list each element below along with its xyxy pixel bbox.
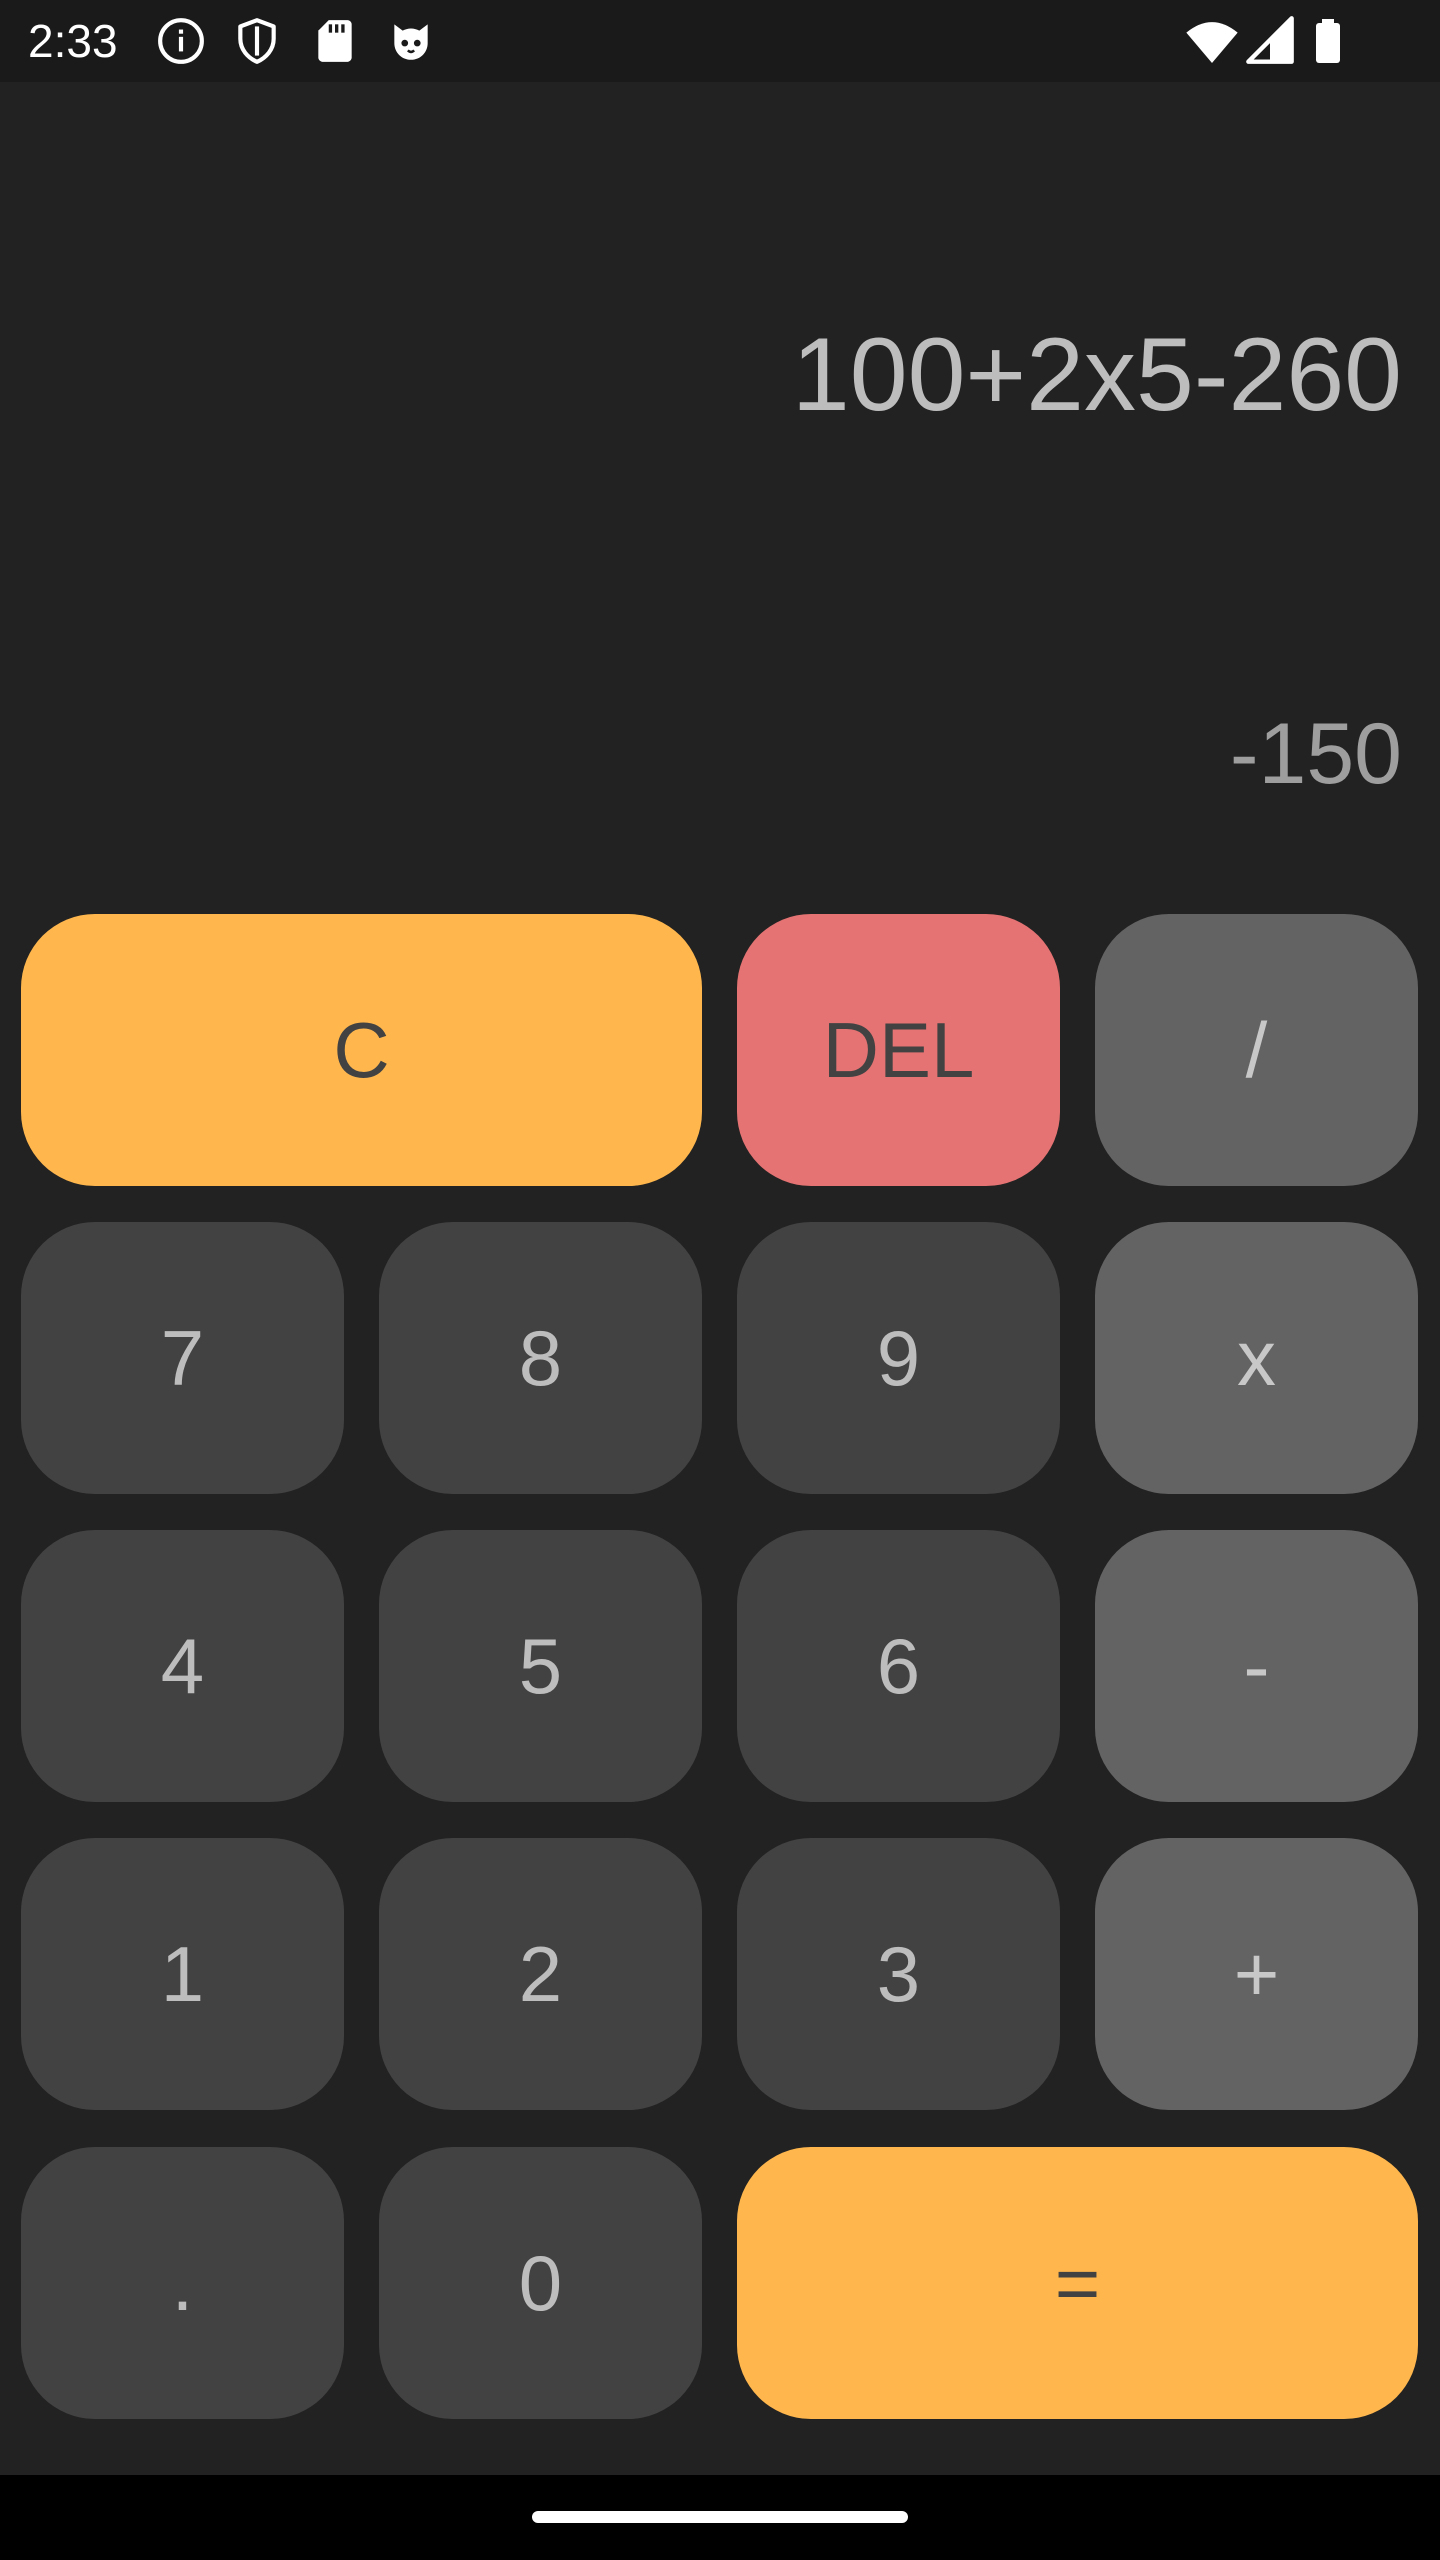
calculator-app: 100+2x5-260 -150 C DEL / 7 8 9 x 4 5 6 -… [0, 82, 1440, 2475]
decimal-button[interactable]: . [21, 2147, 344, 2419]
navigation-bar [0, 2475, 1440, 2560]
digit-8-button[interactable]: 8 [379, 1222, 702, 1494]
delete-button[interactable]: DEL [737, 914, 1060, 1186]
digit-7-button[interactable]: 7 [21, 1222, 344, 1494]
multiply-button[interactable]: x [1095, 1222, 1418, 1494]
digit-5-button[interactable]: 5 [379, 1530, 702, 1802]
divide-button[interactable]: / [1095, 914, 1418, 1186]
info-icon [158, 18, 204, 64]
digit-6-button[interactable]: 6 [737, 1530, 1060, 1802]
digit-3-button[interactable]: 3 [737, 1838, 1060, 2110]
sd-card-icon [318, 20, 352, 62]
cat-face-icon [394, 24, 428, 60]
digit-2-button[interactable]: 2 [379, 1838, 702, 2110]
clear-button[interactable]: C [21, 914, 702, 1186]
result-display: -150 [1229, 706, 1402, 802]
cellular-signal-icon [1246, 16, 1294, 64]
status-time: 2:33 [28, 15, 118, 67]
expression-display: 100+2x5-260 [791, 317, 1402, 433]
status-bar: 2:33 [0, 0, 1440, 82]
wifi-icon [1186, 22, 1238, 63]
digit-1-button[interactable]: 1 [21, 1838, 344, 2110]
subtract-button[interactable]: - [1095, 1530, 1418, 1802]
add-button[interactable]: + [1095, 1838, 1418, 2110]
battery-icon [1316, 19, 1340, 63]
shield-icon [238, 18, 276, 64]
digit-9-button[interactable]: 9 [737, 1222, 1060, 1494]
equals-button[interactable]: = [737, 2147, 1418, 2419]
digit-0-button[interactable]: 0 [379, 2147, 702, 2419]
home-gesture-handle[interactable] [532, 2511, 908, 2523]
digit-4-button[interactable]: 4 [21, 1530, 344, 1802]
